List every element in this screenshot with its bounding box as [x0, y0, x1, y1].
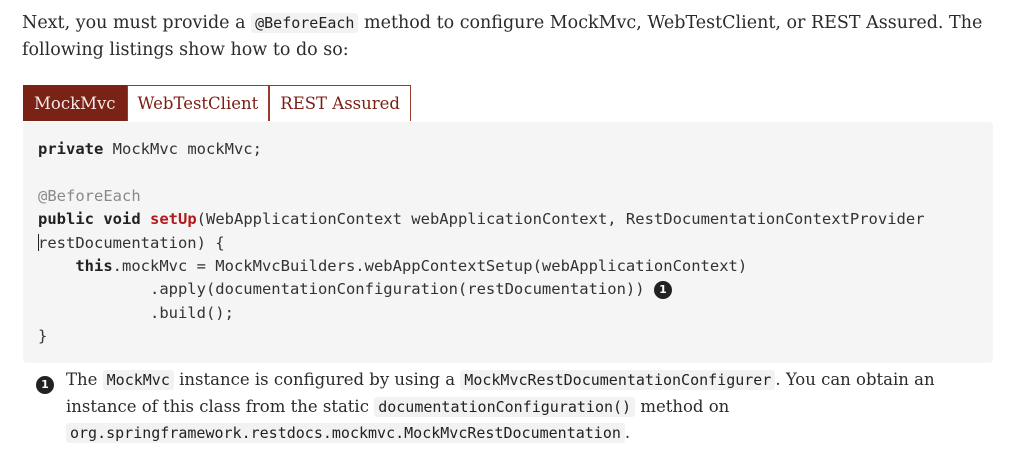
- tab-rest-assured[interactable]: REST Assured: [269, 85, 411, 121]
- configurer-code: MockMvcRestDocumentationConfigurer: [460, 370, 776, 390]
- code-line-7: .apply(documentationConfiguration(restDo…: [38, 280, 654, 299]
- code-keyword: private: [38, 140, 104, 158]
- code-method-name: setUp: [150, 210, 197, 229]
- tab-webtestclient[interactable]: WebTestClient: [126, 85, 270, 121]
- code-tabs: MockMvc WebTestClient REST Assured: [23, 85, 411, 122]
- callout-list: 1 The MockMvc instance is configured by …: [36, 367, 986, 447]
- intro-text: Next, you must provide a: [22, 13, 252, 33]
- callout-description: The MockMvc instance is configured by us…: [66, 367, 986, 447]
- callout-badge: 1: [653, 281, 672, 300]
- documentation-configuration-code: documentationConfiguration(): [374, 396, 636, 417]
- code-listing: private MockMvc mockMvc; @BeforeEach pub…: [38, 138, 978, 349]
- code-annotation: @BeforeEach: [38, 186, 141, 205]
- code-line-5: restDocumentation) {: [38, 233, 225, 252]
- code-line-4: (WebApplicationContext webApplicationCon…: [196, 210, 925, 229]
- code-line-1: MockMvc mockMvc;: [103, 140, 262, 158]
- callout-text: .: [624, 423, 631, 442]
- code-line-8: .build();: [38, 303, 234, 322]
- code-keyword: public void: [38, 210, 141, 229]
- before-each-code: @BeforeEach: [251, 13, 359, 33]
- callout-text: method on: [635, 396, 730, 416]
- code-block: private MockMvc mockMvc; @BeforeEach pub…: [23, 122, 993, 363]
- code-line-6: .mockMvc = MockMvcBuilders.webAppContext…: [112, 257, 748, 276]
- code-line-9: }: [38, 327, 48, 346]
- intro-paragraph: Next, you must provide a @BeforeEach met…: [22, 10, 987, 64]
- callout-text: instance is configured by using a: [173, 370, 461, 389]
- code-keyword: this: [75, 257, 113, 276]
- rest-documentation-class-code: org.springframework.restdocs.mockmvc.Moc…: [66, 423, 625, 443]
- callout-text: The: [66, 370, 103, 389]
- tab-mockmvc[interactable]: MockMvc: [23, 85, 127, 121]
- mockmvc-code: MockMvc: [102, 370, 174, 390]
- callout-number-cell: 1: [36, 367, 66, 447]
- callout-badge: 1: [36, 376, 54, 394]
